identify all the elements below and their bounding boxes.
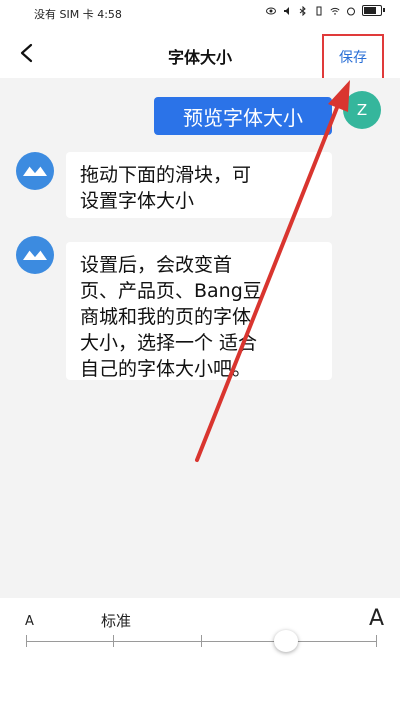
bot-message-bubble: 设置后，会改变首 页、产品页、Bang豆 商城和我的页的字体 大小，选择一个 适… <box>66 242 332 380</box>
bot-message-line: 设置后，会改变首 <box>80 254 233 276</box>
battery-icon <box>362 5 385 16</box>
slider-tick <box>201 635 202 647</box>
user-avatar-initial: Z <box>356 101 368 119</box>
vibrate-icon <box>316 6 322 15</box>
bot-message-bubble: 拖动下面的滑块，可 设置字体大小 <box>66 152 332 218</box>
bot-message-line: 拖动下面的滑块，可 <box>80 164 252 186</box>
font-size-slider-panel: A 标准 A <box>0 598 400 711</box>
status-bar: 没有 SIM 卡 4:58 <box>0 0 400 26</box>
bot-logo-icon <box>23 249 47 260</box>
user-message-text: 预览字体大小 <box>183 105 303 130</box>
save-button-label: 保存 <box>339 50 367 66</box>
standard-font-label: 标准 <box>101 612 132 630</box>
carrier-text: 没有 SIM 卡 <box>34 8 94 21</box>
slider-thumb[interactable] <box>274 630 298 652</box>
bot-message-line: 页、产品页、Bang豆 <box>80 280 262 302</box>
bot-message-line: 大小，选择一个 适合 <box>80 332 258 354</box>
mute-icon <box>284 6 289 15</box>
status-left: 没有 SIM 卡 4:58 <box>34 6 122 22</box>
clock: 4:58 <box>97 8 122 21</box>
bot-avatar <box>16 236 54 274</box>
user-message-bubble: 预览字体大小 <box>154 97 332 135</box>
header-bar: 字体大小 保存 <box>0 26 400 80</box>
slider-tick <box>376 635 377 647</box>
save-button[interactable]: 保存 <box>322 34 384 80</box>
bot-message-line: 商城和我的页的字体 <box>80 306 252 328</box>
slider-tick <box>26 635 27 647</box>
bluetooth-icon <box>299 5 306 16</box>
alarm-icon <box>347 7 355 15</box>
bot-avatar <box>16 152 54 190</box>
large-font-label: A <box>369 606 385 631</box>
eye-icon <box>266 7 276 14</box>
small-font-label: A <box>25 614 34 629</box>
slider-tick <box>113 635 114 647</box>
status-icons <box>266 5 385 16</box>
wifi-icon <box>330 7 340 15</box>
preview-chat-area: 预览字体大小 Z 拖动下面的滑块，可 设置字体大小 设置后，会改变首 页、产品页… <box>0 78 400 598</box>
bot-message-line: 自己的字体大小吧。 <box>80 358 252 380</box>
bot-message-line: 设置字体大小 <box>80 190 195 212</box>
bot-logo-icon <box>23 165 47 176</box>
user-avatar: Z <box>343 91 381 129</box>
